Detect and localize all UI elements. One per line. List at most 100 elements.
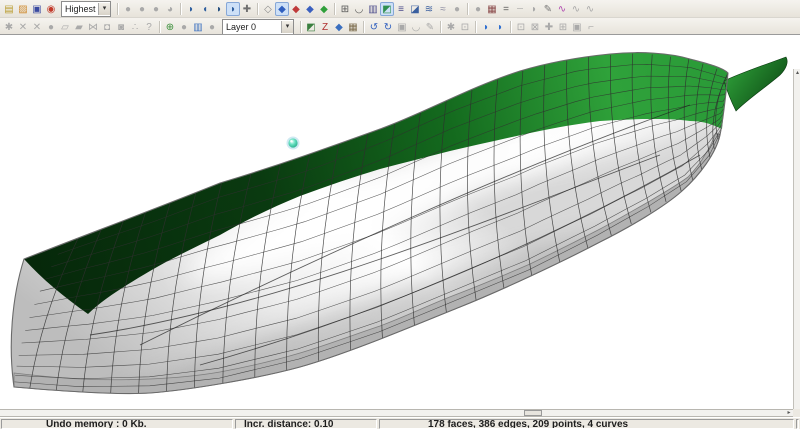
intersection-layers-button[interactable]: ◩ <box>304 20 318 34</box>
vertical-scrollbar[interactable]: ▴ ▾ <box>793 69 800 429</box>
toolbar-row-2: ✱✕✕●▱▰⋈◘◙∴?⊕●▥●Layer 0▾◩Z◆▦↺↻▣◡✎✱⊡◗◗⊡⊠✚⊞… <box>0 17 800 35</box>
show-normals-button[interactable]: ● <box>450 2 464 16</box>
plan-view-icon: ◖ <box>202 4 208 15</box>
zoom-extents-button[interactable]: ⊡ <box>514 20 528 34</box>
show-waterlines-icon: ≡ <box>398 4 404 15</box>
layer-calc-button[interactable]: ▦ <box>346 20 360 34</box>
new-face-button[interactable]: ● <box>44 20 58 34</box>
edit-mode-pen-button[interactable]: ✎ <box>541 2 555 16</box>
develop-plates-button[interactable]: Z <box>318 20 332 34</box>
edge-crease-button[interactable]: ∴ <box>128 20 142 34</box>
show-stations-button[interactable]: ▥ <box>366 2 380 16</box>
insert-plane-button[interactable]: ▱ <box>58 20 72 34</box>
toolbar-separator <box>510 21 511 33</box>
bodyplan-view-button[interactable]: ◗ <box>226 2 240 16</box>
view-tool-2-button[interactable]: ● <box>135 2 149 16</box>
plan-view-button[interactable]: ◖ <box>198 2 212 16</box>
wireframe-mode-button[interactable]: ◇ <box>261 2 275 16</box>
save-file-button[interactable]: ▣ <box>30 2 44 16</box>
show-markers-button[interactable]: ● <box>471 2 485 16</box>
curve-tool-3-button[interactable]: ∿ <box>583 2 597 16</box>
scroll-right-arrow-icon[interactable]: ▸ <box>785 410 793 416</box>
delete-selected-button[interactable]: ✕ <box>30 20 44 34</box>
auto-group-layer-button[interactable]: ● <box>177 20 191 34</box>
redo-button[interactable]: ↻ <box>381 20 395 34</box>
new-layer-button[interactable]: ⊕ <box>163 20 177 34</box>
reload-model-button[interactable]: ◉ <box>44 2 58 16</box>
flip-face-button[interactable]: ▰ <box>72 20 86 34</box>
zoom-window-icon: ⊠ <box>531 22 539 33</box>
perspective-view-button[interactable]: ◗ <box>184 2 198 16</box>
curve-tool-gray-button[interactable]: ◡ <box>409 20 423 34</box>
resistance-calc-button[interactable]: ◗ <box>527 2 541 16</box>
history-tool-button[interactable]: ▣ <box>395 20 409 34</box>
import-hull-button[interactable]: ◗ <box>479 20 493 34</box>
select-wand-button[interactable]: ✱ <box>2 20 16 34</box>
scroll-up-arrow-icon[interactable]: ▴ <box>794 69 800 77</box>
show-control-curves-button[interactable]: ◡ <box>352 2 366 16</box>
zoom-out-button[interactable]: ⊞ <box>556 20 570 34</box>
open-folder-button[interactable]: ▨ <box>16 2 30 16</box>
design-hydrostatics-button[interactable]: ▦ <box>485 2 499 16</box>
control-point-marker[interactable] <box>287 137 300 150</box>
view-tool-3-button[interactable]: ● <box>149 2 163 16</box>
show-waterlines-button[interactable]: ≡ <box>394 2 408 16</box>
add-curve-button[interactable]: ∿ <box>555 2 569 16</box>
toolbar-separator <box>363 21 364 33</box>
points-tool-button[interactable]: ◆ <box>332 20 346 34</box>
lackenby-transform-button[interactable]: ⊡ <box>458 20 472 34</box>
show-flowlines-button[interactable]: ≈ <box>436 2 450 16</box>
show-diagonals-button[interactable]: ◪ <box>408 2 422 16</box>
model-viewport[interactable]: ▴ ▾ <box>0 34 800 409</box>
status-extra <box>796 419 799 429</box>
zoom-all-views-button[interactable]: ✚ <box>240 2 254 16</box>
view-tool-1-button[interactable]: ● <box>121 2 135 16</box>
show-interior-edges-button[interactable]: ⊞ <box>338 2 352 16</box>
gauss-curvature-mode-button[interactable]: ◆ <box>289 2 303 16</box>
zebra-shade-mode-button[interactable]: ◆ <box>303 2 317 16</box>
undo-button[interactable]: ↺ <box>367 20 381 34</box>
lackenby-transform-icon: ⊡ <box>461 22 469 33</box>
keel-rudder-wizard-button[interactable]: ✱ <box>444 20 458 34</box>
import-hull-icon: ◗ <box>483 22 489 33</box>
chevron-down-icon[interactable]: ▾ <box>98 3 110 15</box>
hscroll-thumb[interactable] <box>524 410 542 416</box>
status-incr-distance: Incr. distance: 0.10 <box>235 419 377 429</box>
view-tool-1-icon: ● <box>125 4 131 15</box>
point-help-button[interactable]: ? <box>142 20 156 34</box>
zoom-window-button[interactable]: ⊠ <box>528 20 542 34</box>
rotate-view-button[interactable]: ⌐ <box>584 20 598 34</box>
delete-selected-icon: ✕ <box>33 22 41 33</box>
export-hull-button[interactable]: ◗ <box>493 20 507 34</box>
layer-properties-button[interactable]: ▥ <box>191 20 205 34</box>
horizontal-scrollbar[interactable]: ▸ <box>0 409 793 417</box>
view-tool-4-button[interactable]: ◕ <box>163 2 177 16</box>
unlock-points-button[interactable]: ◙ <box>114 20 128 34</box>
delete-empty-layers-button[interactable]: ● <box>205 20 219 34</box>
view-tool-2-icon: ● <box>139 4 145 15</box>
new-file-button[interactable]: ▤ <box>2 2 16 16</box>
pan-view-button[interactable]: ▣ <box>570 20 584 34</box>
show-buttocks-button[interactable]: ◩ <box>380 2 394 16</box>
layer-dropdown[interactable]: Layer 0▾ <box>222 19 294 35</box>
profile-view-button[interactable]: ◗ <box>212 2 226 16</box>
hydrostatics-dialog-button[interactable]: = <box>499 2 513 16</box>
scrollbar-corner <box>793 409 800 417</box>
view-tool-4-icon: ◕ <box>167 4 173 15</box>
show-hydrostatic-features-button[interactable]: ≋ <box>422 2 436 16</box>
split-edge-button[interactable]: ⋈ <box>86 20 100 34</box>
curve-tool-2-icon: ∿ <box>572 4 580 15</box>
chevron-down-icon[interactable]: ▾ <box>281 21 293 33</box>
developability-mode-button[interactable]: ◆ <box>317 2 331 16</box>
zoom-extents-icon: ⊡ <box>517 22 525 33</box>
shade-mode-button[interactable]: ◆ <box>275 2 289 16</box>
lock-points-button[interactable]: ◘ <box>100 20 114 34</box>
status-undo-memory: Undo memory : 0 Kb. <box>1 419 233 429</box>
collapse-point-button[interactable]: ✕ <box>16 20 30 34</box>
hydrostatics-dialog-icon: = <box>503 4 509 15</box>
zoom-in-button[interactable]: ✚ <box>542 20 556 34</box>
precision-dropdown[interactable]: Highest▾ <box>61 1 111 17</box>
cross-curves-button[interactable]: ┄ <box>513 2 527 16</box>
pen-tool-gray-button[interactable]: ✎ <box>423 20 437 34</box>
curve-tool-2-button[interactable]: ∿ <box>569 2 583 16</box>
